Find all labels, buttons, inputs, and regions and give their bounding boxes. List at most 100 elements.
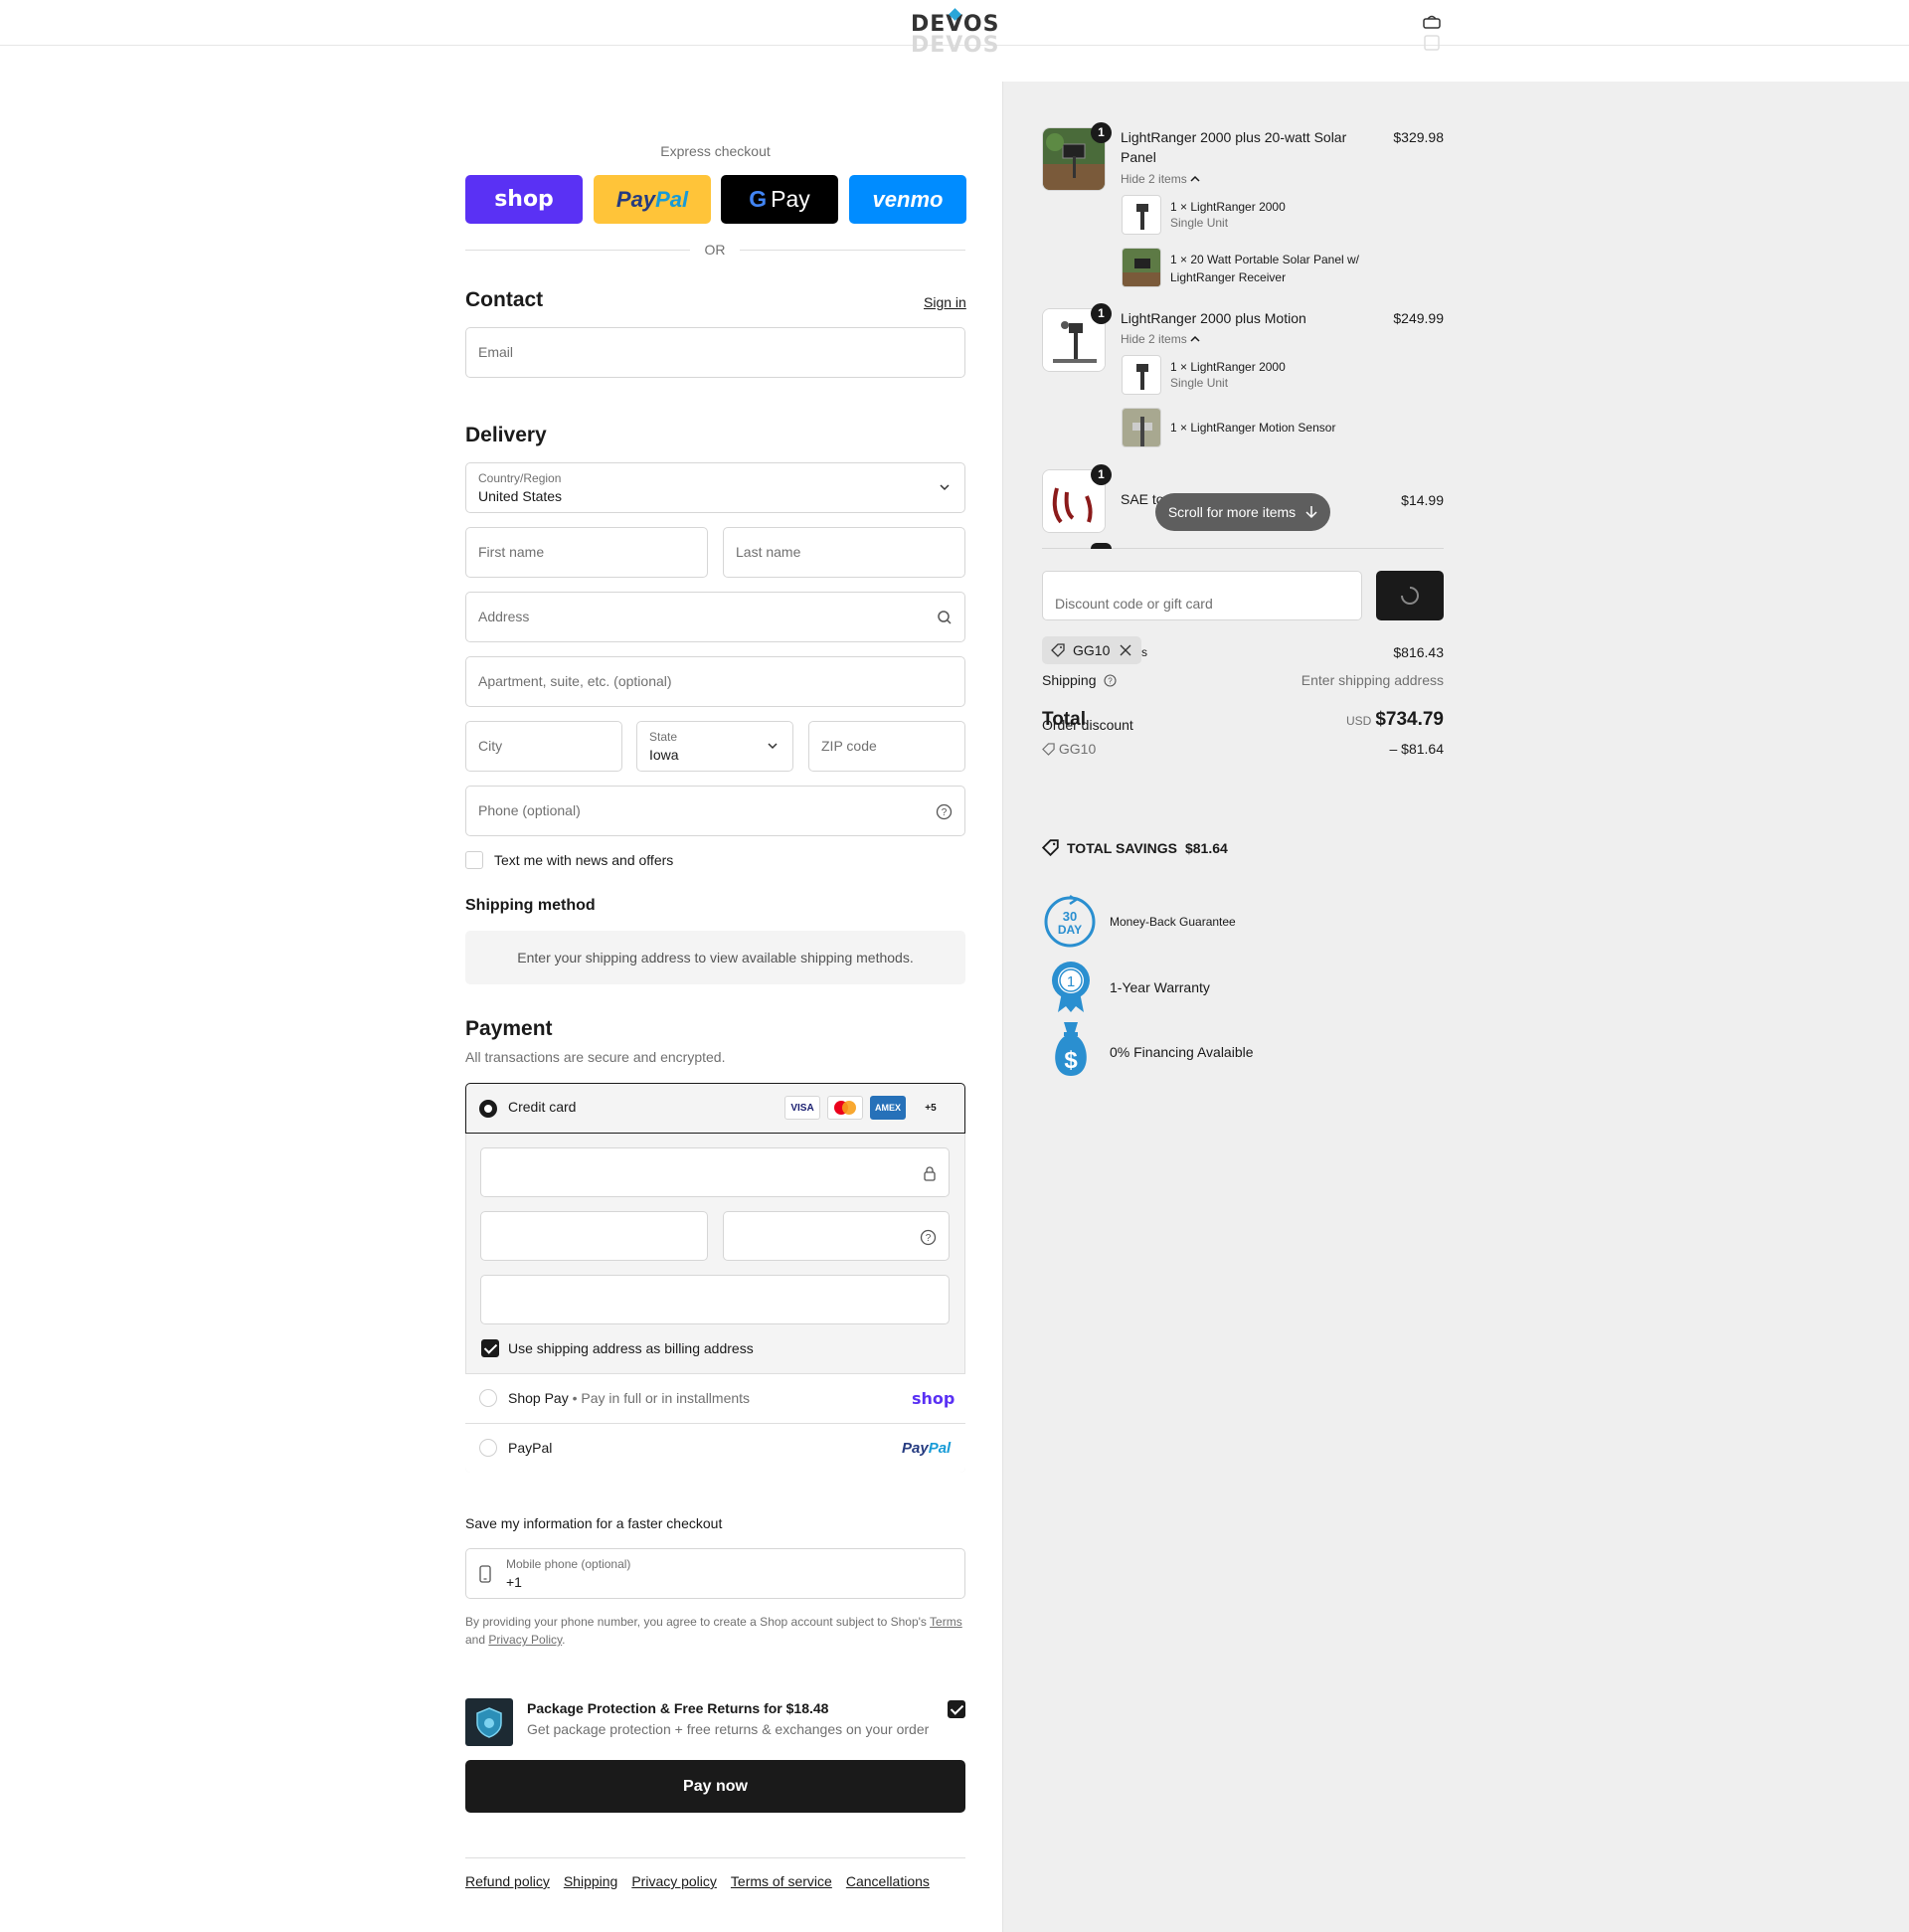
protection-checkbox[interactable] — [948, 1700, 965, 1718]
country-select[interactable]: Country/Region United States — [465, 462, 965, 513]
footer-links: Refund policy Shipping Privacy policy Te… — [465, 1873, 930, 1889]
help-circle-icon[interactable]: ? — [920, 1229, 937, 1246]
credit-card-label: Credit card — [508, 1099, 577, 1115]
shop-pay-desc: Pay in full or in installments — [581, 1390, 751, 1406]
state-select[interactable]: State Iowa — [636, 721, 793, 772]
billing-same-label: Use shipping address as billing address — [508, 1340, 754, 1356]
first-name-field[interactable]: First name — [465, 527, 708, 578]
apply-discount-button[interactable] — [1376, 571, 1444, 620]
money-bag-icon: $ — [1050, 1020, 1092, 1080]
paypal-radio[interactable] — [479, 1439, 497, 1457]
visa-icon: VISA — [784, 1096, 820, 1120]
chevron-up-icon — [1190, 175, 1200, 182]
footer-divider — [465, 1857, 965, 1858]
hide-items-toggle[interactable]: Hide 2 items — [1121, 332, 1200, 346]
svg-text:DAY: DAY — [1058, 923, 1082, 937]
sub-item-name: 1 × LightRanger Motion Sensor — [1170, 421, 1336, 435]
item-quantity-badge: 1 — [1091, 303, 1112, 324]
venmo-button[interactable]: venmo — [849, 175, 966, 224]
text-me-label: Text me with news and offers — [494, 852, 674, 868]
item-quantity-badge-partial — [1091, 543, 1112, 549]
shop-pay-radio[interactable] — [479, 1389, 497, 1407]
svg-text:1: 1 — [1067, 973, 1075, 990]
amex-icon: AMEX — [870, 1096, 906, 1120]
express-checkout-title: Express checkout — [660, 143, 771, 159]
text-me-checkbox[interactable] — [465, 851, 483, 869]
loading-spinner-icon — [1401, 587, 1419, 605]
name-on-card-field[interactable] — [480, 1275, 950, 1324]
expiration-date-field[interactable] — [480, 1211, 708, 1261]
item-name: LightRanger 2000 plus 20-watt Solar Pane… — [1121, 129, 1347, 165]
tag-icon — [1042, 743, 1055, 756]
close-icon[interactable] — [1120, 644, 1131, 656]
shopping-bag-icon[interactable] — [1422, 14, 1442, 54]
sub-item-image — [1122, 195, 1161, 235]
scroll-for-more-button[interactable]: Scroll for more items — [1155, 493, 1330, 531]
protection-title: Package Protection & Free Returns for $1… — [527, 1700, 829, 1716]
logo-reflection: DEVOS — [911, 33, 1000, 58]
paypal-logo: PayPal — [902, 1440, 952, 1457]
payment-title: Payment — [465, 1017, 553, 1040]
card-number-field[interactable] — [480, 1147, 950, 1197]
item-quantity-badge: 1 — [1091, 122, 1112, 143]
help-circle-icon[interactable]: ? — [1104, 674, 1117, 687]
sub-item-name: 1 × LightRanger 2000 — [1170, 200, 1286, 214]
subtotal-label-partial: s — [1141, 645, 1147, 659]
delivery-title: Delivery — [465, 424, 547, 446]
shield-icon — [476, 1707, 502, 1738]
apartment-field[interactable]: Apartment, suite, etc. (optional) — [465, 656, 965, 707]
shop-pay-option-row: Shop Pay • Pay in full or in installment… — [508, 1390, 751, 1406]
city-field[interactable]: City — [465, 721, 622, 772]
zip-field[interactable]: ZIP code — [808, 721, 965, 772]
discount-value: – $81.64 — [1389, 741, 1445, 757]
terms-link[interactable]: Terms — [930, 1615, 962, 1629]
google-pay-button[interactable]: G Pay — [721, 175, 838, 224]
hide-items-toggle[interactable]: Hide 2 items — [1121, 172, 1200, 186]
shipping-value: Enter shipping address — [1301, 672, 1444, 688]
privacy-policy-footer-link[interactable]: Privacy policy — [631, 1873, 717, 1889]
item-price: $329.98 — [1393, 129, 1444, 145]
refund-policy-link[interactable]: Refund policy — [465, 1873, 550, 1889]
mobile-phone-field[interactable]: Mobile phone (optional) +1 — [465, 1548, 965, 1599]
shipping-method-title: Shipping method — [465, 897, 596, 914]
help-circle-icon[interactable]: ? — [936, 803, 953, 820]
email-field[interactable]: Email — [465, 327, 965, 378]
sub-item-image — [1122, 248, 1161, 287]
pay-now-button[interactable]: Pay now — [465, 1760, 965, 1813]
30-day-badge-icon: 30 DAY — [1042, 894, 1098, 950]
privacy-policy-link[interactable]: Privacy Policy — [488, 1633, 562, 1647]
shipping-policy-link[interactable]: Shipping — [564, 1873, 618, 1889]
security-code-field[interactable]: ? — [723, 1211, 950, 1261]
warranty-ribbon-icon: 1 — [1048, 959, 1094, 1014]
arrow-down-icon — [1305, 506, 1317, 519]
currency-label: USD — [1345, 714, 1372, 728]
save-info-title: Save my information for a faster checkou… — [465, 1515, 723, 1531]
credit-card-radio[interactable] — [479, 1100, 497, 1118]
tag-icon — [1042, 839, 1059, 856]
cancellations-link[interactable]: Cancellations — [846, 1873, 930, 1889]
google-g-icon: G — [749, 186, 768, 212]
contact-title: Contact — [465, 288, 544, 311]
billing-same-checkbox[interactable] — [481, 1339, 499, 1357]
sub-item-variant: Single Unit — [1170, 376, 1229, 390]
chevron-down-icon — [768, 743, 778, 750]
svg-text:30: 30 — [1063, 909, 1077, 924]
guarantee-text: 1-Year Warranty — [1110, 979, 1210, 995]
sub-item-image — [1122, 408, 1161, 447]
svg-text:$: $ — [1064, 1047, 1078, 1074]
svg-text:?: ? — [1109, 677, 1114, 686]
phone-field[interactable]: Phone (optional) ? — [465, 786, 965, 836]
shop-pay-button[interactable]: shop — [465, 175, 583, 224]
header: DEVOS DEVOS — [0, 0, 1909, 58]
paypal-button[interactable]: Pay Pal — [594, 175, 711, 224]
sign-in-link[interactable]: Sign in — [924, 294, 966, 310]
address-field[interactable]: Address — [465, 592, 965, 642]
last-name-field[interactable]: Last name — [723, 527, 965, 578]
terms-of-service-link[interactable]: Terms of service — [731, 1873, 832, 1889]
store-logo[interactable]: DEVOS DEVOS — [911, 8, 999, 58]
total-value: $734.79 — [1375, 709, 1444, 730]
order-discount-label: Order discount — [1042, 717, 1133, 733]
shipping-method-message: Enter your shipping address to view avai… — [465, 931, 965, 984]
discount-code-field[interactable]: Discount code or gift card — [1042, 571, 1362, 620]
lock-icon — [924, 1166, 936, 1181]
